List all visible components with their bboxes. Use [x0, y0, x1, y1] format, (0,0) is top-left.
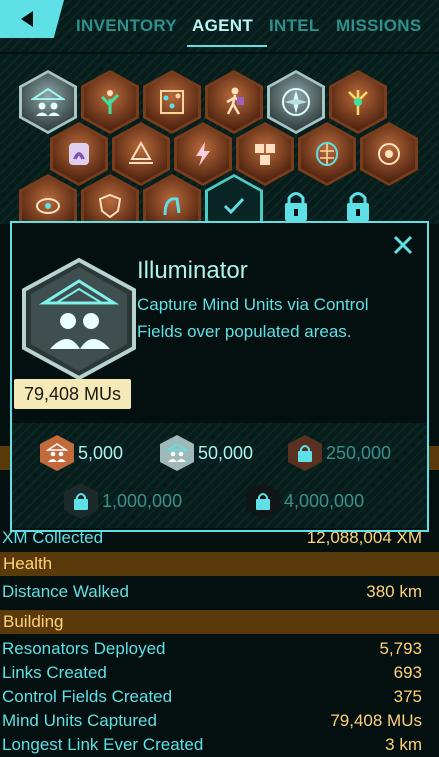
stat-value: 380 km: [366, 582, 422, 601]
tab-bar: INVENTORY AGENT INTEL MISSIONS: [66, 0, 439, 50]
tab-missions[interactable]: MISSIONS: [336, 9, 422, 43]
stat-row: Longest Link Ever Created 3 km: [0, 733, 439, 757]
stat-label: Resonators Deployed: [2, 639, 166, 658]
lock-icon: [288, 435, 322, 471]
stat-label: Longest Link Ever Created: [2, 735, 204, 754]
section-title: Building: [3, 612, 64, 631]
top-navigation-bar: INVENTORY AGENT INTEL MISSIONS: [0, 0, 439, 52]
silver-illuminator-icon: [160, 435, 194, 471]
innovator-badge[interactable]: [81, 70, 139, 134]
sojourner-badge[interactable]: [112, 122, 170, 186]
sail-icon: [129, 140, 153, 164]
tab-intel[interactable]: INTEL: [269, 9, 320, 43]
back-button[interactable]: [0, 0, 64, 38]
circuit-icon: [378, 143, 400, 165]
connector-badge[interactable]: [143, 70, 201, 134]
blocks-icon: [255, 144, 275, 165]
tab-inventory[interactable]: INVENTORY: [76, 9, 177, 43]
tier-platinum-locked: 1,000,000: [64, 483, 182, 519]
stat-label: Links Created: [2, 663, 107, 682]
lock-icon: [246, 483, 280, 519]
stat-value: 3 km: [385, 735, 422, 754]
badge-grid: [0, 54, 439, 238]
hook-icon: [163, 197, 181, 216]
shield-icon: [98, 193, 122, 219]
tier-bronze: 5,000: [40, 435, 123, 471]
sprout-icon: [100, 90, 120, 114]
illuminator-large-icon: [22, 257, 136, 381]
active-tab-indicator: [187, 45, 267, 47]
stat-label: Mind Units Captured: [2, 711, 157, 730]
burst-icon: [348, 90, 368, 115]
recon-badge[interactable]: [50, 122, 108, 186]
tab-agent[interactable]: AGENT: [192, 9, 253, 43]
tier-value: 1,000,000: [102, 490, 183, 511]
badge-progress-value: 79,408 MUs: [14, 379, 132, 409]
badge-title: Illuminator: [137, 257, 248, 284]
illuminator-icon: [31, 87, 65, 116]
badge-description: Capture Mind Units via Control Fields ov…: [137, 295, 369, 341]
badge-tiers: 5,000 50,000 250,000 1,000,000 4,000,000: [12, 423, 427, 528]
bronze-illuminator-icon: [40, 435, 74, 471]
stat-row: Resonators Deployed 5,793: [0, 637, 439, 661]
tier-silver: 50,000: [160, 435, 253, 471]
fingerprint-icon: [69, 143, 89, 165]
close-icon: [393, 235, 413, 255]
stat-value: 375: [393, 687, 422, 706]
tier-value: 50,000: [198, 442, 254, 463]
eye-icon: [36, 198, 60, 214]
walker-icon: [226, 87, 244, 115]
back-arrow-icon: [21, 11, 33, 27]
tier-onyx-locked: 4,000,000: [246, 483, 364, 519]
stat-row: Links Created 693: [0, 661, 439, 685]
stat-value: 693: [393, 663, 422, 682]
stat-label: Distance Walked: [2, 582, 129, 601]
stat-label: Control Fields Created: [2, 687, 173, 706]
stat-row: Distance Walked 380 km: [0, 580, 439, 604]
close-button[interactable]: [389, 231, 417, 259]
lock-icon: [64, 483, 98, 519]
illuminator-badge[interactable]: [19, 70, 77, 134]
badge-detail-popup: Illuminator Capture Mind Units via Contr…: [10, 221, 429, 532]
lock-icon: [285, 192, 307, 221]
brain-icon: [316, 142, 338, 166]
nodes-icon: [160, 90, 184, 114]
lightning-icon: [196, 142, 210, 166]
explorer-badge[interactable]: [267, 70, 325, 134]
tier-value: 5,000: [78, 442, 124, 463]
tier-gold-locked: 250,000: [288, 435, 391, 471]
stat-row: Mind Units Captured 79,408 MUs: [0, 709, 439, 733]
tier-value: 250,000: [326, 442, 392, 463]
stat-value: 79,408 MUs: [330, 711, 422, 730]
compass-icon: [282, 88, 310, 116]
lock-icon: [347, 192, 369, 221]
section-title: Health: [3, 554, 53, 573]
purifier-badge[interactable]: [174, 122, 232, 186]
stat-row: Control Fields Created 375: [0, 685, 439, 709]
trekker-badge[interactable]: [205, 70, 263, 134]
liberator-badge[interactable]: [329, 70, 387, 134]
tier-value: 4,000,000: [284, 490, 365, 511]
section-header-building: Building: [0, 610, 439, 634]
section-header-health: Health: [0, 552, 439, 576]
checkmark-icon: [223, 197, 245, 215]
stat-value: 5,793: [379, 639, 422, 658]
